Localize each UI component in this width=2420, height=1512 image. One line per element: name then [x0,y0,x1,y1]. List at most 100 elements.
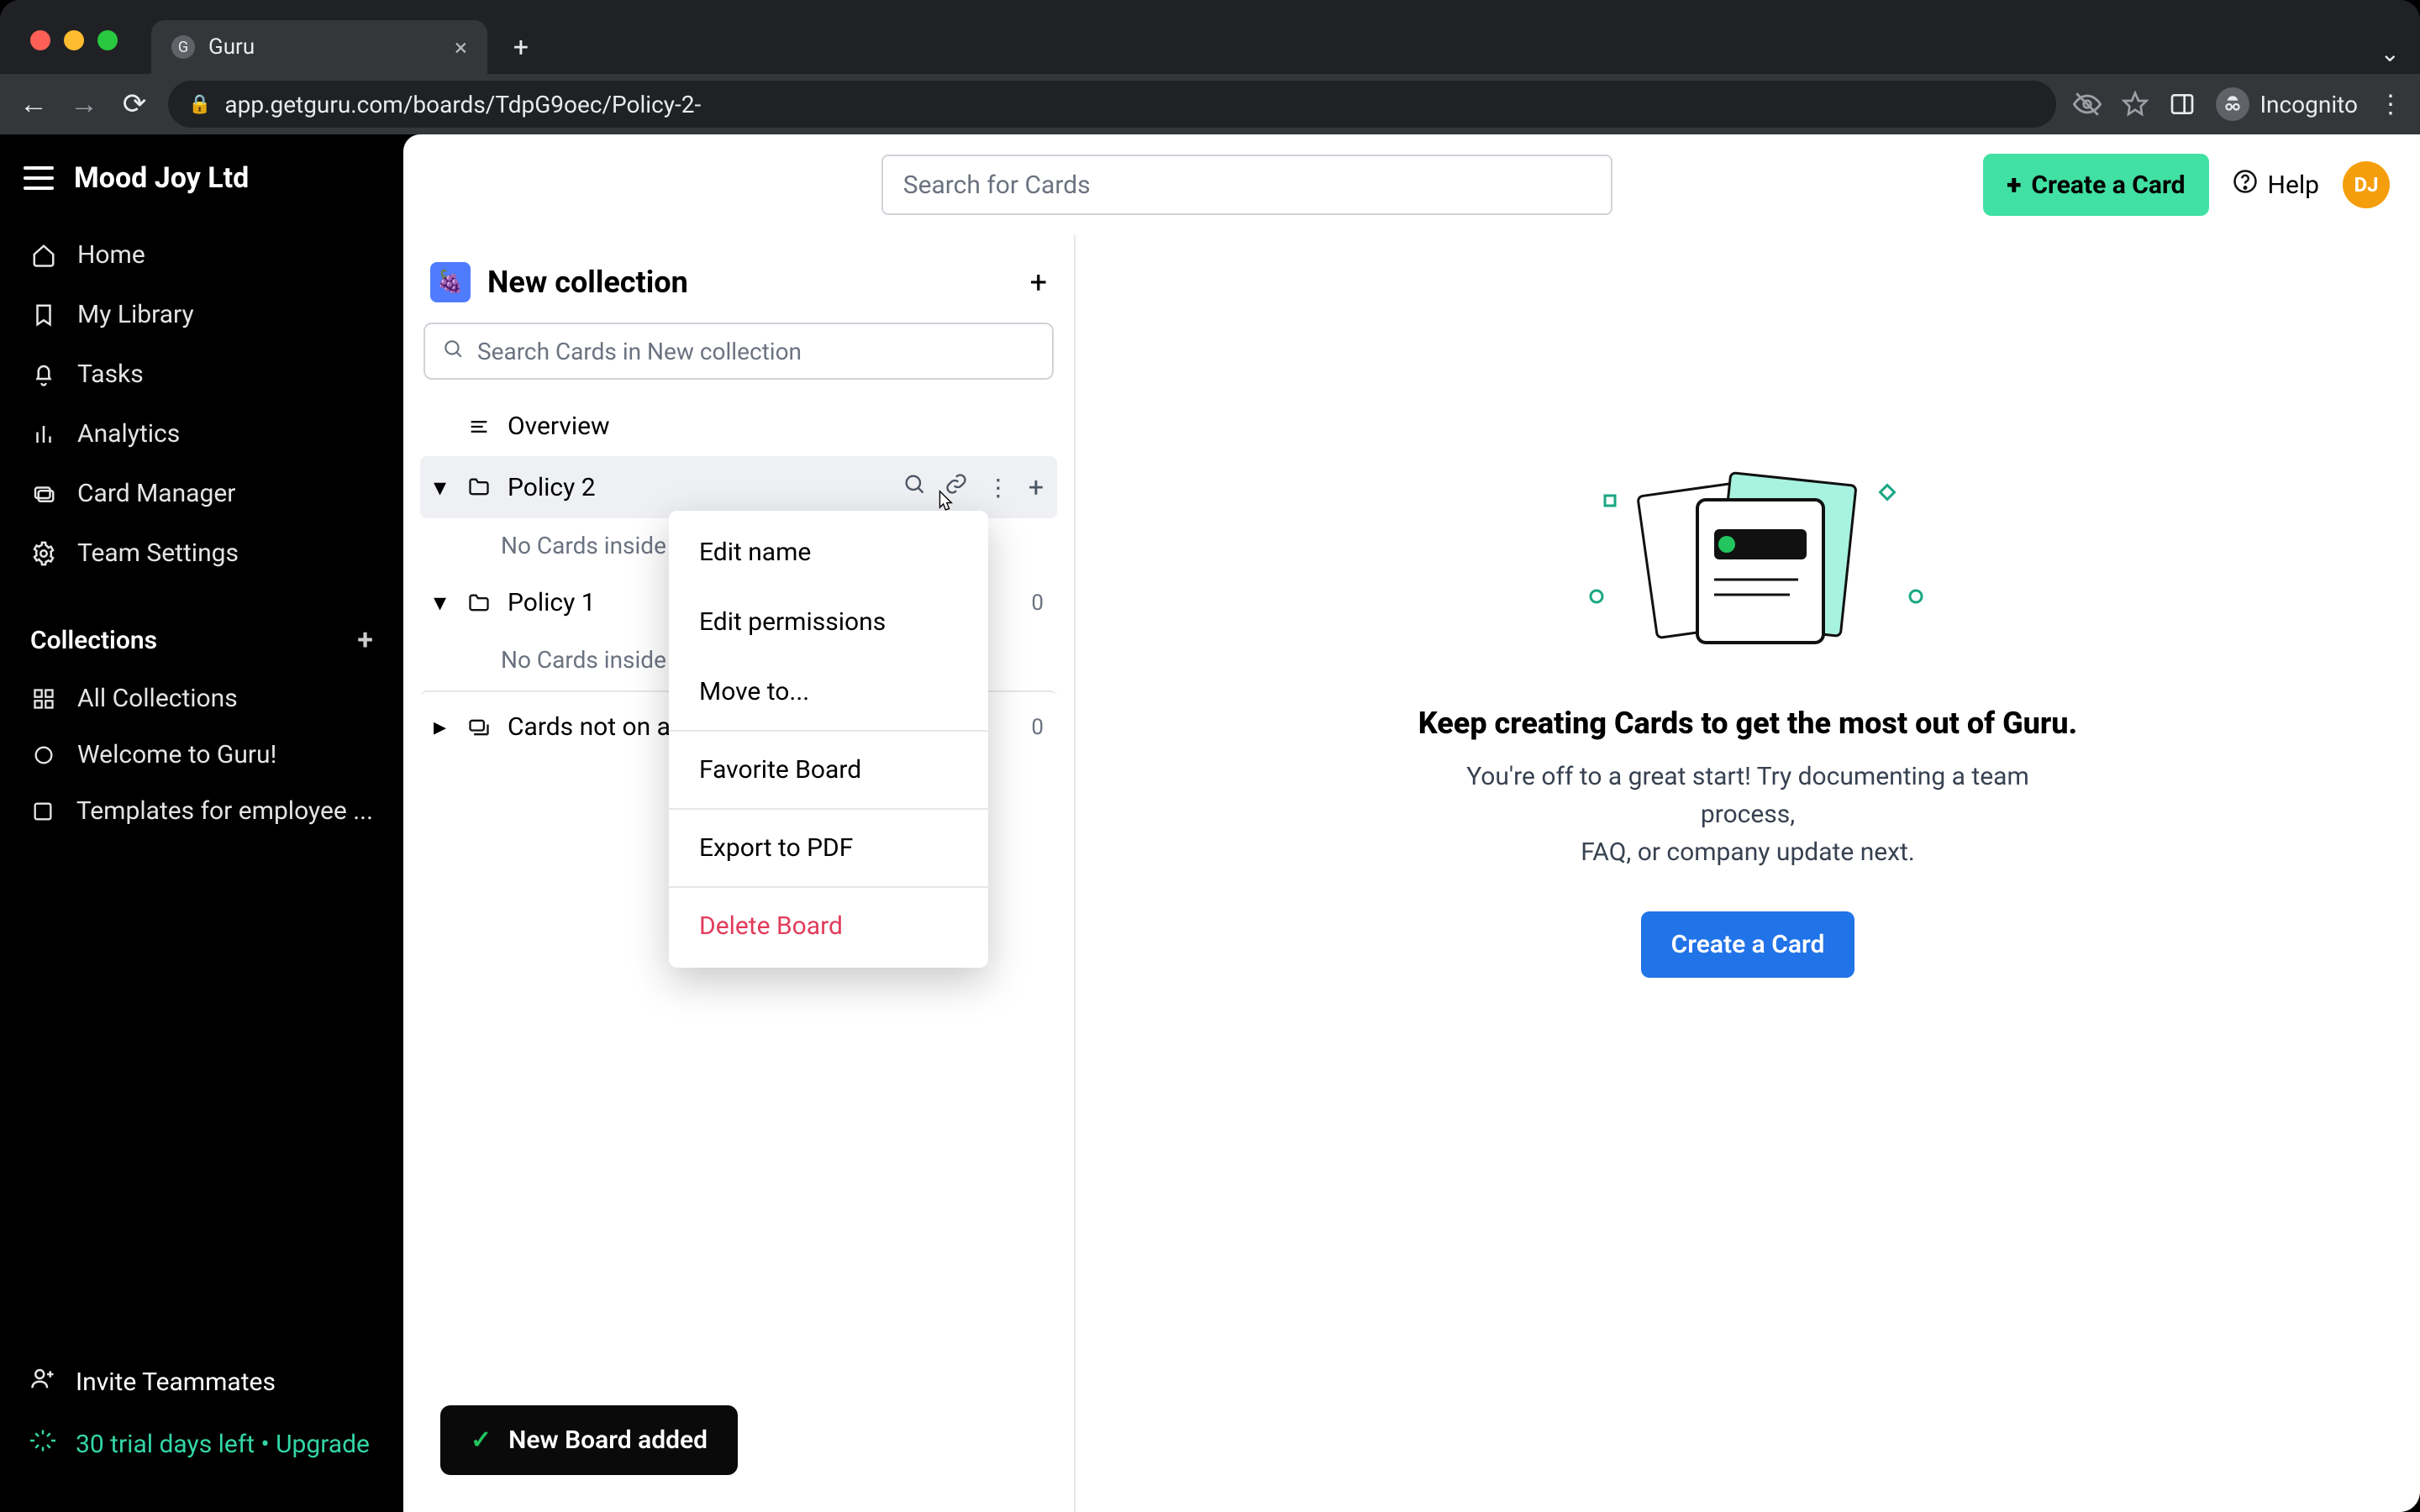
menu-edit-perms[interactable]: Edit permissions [669,587,988,657]
help-button[interactable]: Help [2233,169,2319,201]
caret-down-icon[interactable]: ▾ [434,588,450,617]
empty-state: Keep creating Cards to get the most out … [1076,235,2420,1512]
sidebar-item-label: My Library [77,300,194,329]
sidebar-item-team-settings[interactable]: Team Settings [13,523,390,583]
collection-search-placeholder: Search Cards in New collection [477,338,802,365]
overview-row[interactable]: Overview [420,396,1057,456]
sidebar-item-card-manager[interactable]: Card Manager [13,464,390,523]
sidebar-header: Mood Joy Ltd [0,151,403,218]
sidebar-item-label: Invite Teammates [76,1368,276,1397]
tab-close-button[interactable]: × [455,34,467,61]
caret-right-icon[interactable]: ▸ [434,712,450,742]
eye-off-icon[interactable] [2073,90,2102,118]
toast-text: New Board added [508,1425,708,1455]
search-icon[interactable] [902,472,926,502]
sidebar-item-label: Templates for employee ... [76,796,373,826]
sidebar-nav: Home My Library Tasks Analytics Card Man… [0,218,403,590]
browser-tab-active[interactable]: G Guru × [151,20,487,74]
caret-down-icon[interactable]: ▾ [434,473,450,502]
menu-favorite[interactable]: Favorite Board [669,735,988,805]
search-icon [442,338,464,365]
avatar[interactable]: DJ [2343,161,2390,208]
org-name[interactable]: Mood Joy Ltd [74,161,249,195]
board-name: Policy 1 [508,588,596,617]
collection-title[interactable]: New collection [487,265,688,300]
board-context-menu: Edit name Edit permissions Move to... Fa… [669,511,988,968]
sidebar-item-all-collections[interactable]: All Collections [13,670,390,727]
mac-close-button[interactable] [30,30,50,50]
incognito-icon [2216,87,2249,121]
hamburger-icon[interactable] [24,166,54,190]
home-icon [30,243,57,268]
menu-move-to[interactable]: Move to... [669,657,988,727]
board-count: 0 [1031,591,1044,616]
bell-icon [30,362,57,387]
collection-search-input[interactable]: Search Cards in New collection [424,323,1054,380]
nav-forward-button[interactable]: → [67,87,101,121]
chart-icon [30,422,57,447]
sidebar-item-tasks[interactable]: Tasks [13,344,390,404]
address-bar[interactable]: 🔒 app.getguru.com/boards/TdpG9oec/Policy… [168,81,2056,128]
add-collection-button[interactable]: + [357,623,373,657]
incognito-indicator[interactable]: Incognito [2216,87,2358,121]
browser-tabstrip: G Guru × + ⌄ [0,0,2420,74]
sidebar-item-home[interactable]: Home [13,225,390,285]
new-tab-button[interactable]: + [501,27,541,67]
tab-favicon: G [171,35,195,59]
star-icon[interactable] [2122,91,2149,118]
sidebar-item-label: All Collections [77,684,238,713]
cursor-pointer-icon [933,489,956,516]
nav-back-button[interactable]: ← [17,87,50,121]
menu-separator [669,886,988,888]
mac-window-controls [30,30,118,50]
plus-icon: + [2007,169,2021,201]
collection-add-button[interactable]: + [1030,265,1047,300]
menu-edit-name[interactable]: Edit name [669,517,988,587]
collection-icon: 🍇 [430,262,471,302]
kebab-icon[interactable]: ⋮ [986,474,1010,501]
empty-title: Keep creating Cards to get the most out … [1418,706,2077,741]
sidebar-item-label: Team Settings [77,538,239,568]
collection-panel: 🍇 New collection + Search Cards in New c… [403,235,1076,1512]
user-plus-icon [30,1366,55,1398]
kebab-icon[interactable]: ⋮ [2378,90,2403,119]
overview-icon [466,415,492,438]
sidebar-item-library[interactable]: My Library [13,285,390,344]
collections-title: Collections [30,626,157,655]
empty-create-card-button[interactable]: Create a Card [1641,911,1855,978]
board-row-policy-2[interactable]: ▾ Policy 2 ⋮ + [420,456,1057,518]
sidebar-item-templates[interactable]: Templates for employee ... [13,783,390,839]
menu-delete-board[interactable]: Delete Board [669,891,988,961]
collections-list: All Collections Welcome to Guru! Templat… [0,670,403,839]
panel-icon[interactable] [2169,91,2196,118]
sparkle-icon [30,1428,55,1460]
empty-body-line2: FAQ, or company update next. [1581,837,1915,867]
sidebar-item-label: Home [77,240,145,270]
topbar: Search for Cards + Create a Card Help DJ [403,134,2420,235]
sidebar-item-label: Analytics [77,419,180,449]
sidebar-footer: Invite Teammates 30 trial days left • Up… [0,1351,403,1495]
add-icon[interactable]: + [1028,471,1044,503]
invite-teammates-button[interactable]: Invite Teammates [13,1351,390,1413]
trial-upgrade-link[interactable]: 30 trial days left • Upgrade [13,1413,390,1475]
mac-zoom-button[interactable] [97,30,118,50]
sidebar-item-analytics[interactable]: Analytics [13,404,390,464]
folder-icon [466,475,492,499]
incognito-label: Incognito [2260,91,2358,118]
lock-icon: 🔒 [188,94,211,115]
nav-reload-button[interactable]: ⟳ [118,87,151,121]
content-row: 🍇 New collection + Search Cards in New c… [403,235,2420,1512]
grid-icon [30,687,57,711]
sidebar-item-welcome[interactable]: Welcome to Guru! [13,727,390,783]
empty-body: You're off to a great start! Try documen… [1420,758,2075,871]
empty-body-line1: You're off to a great start! Try documen… [1466,762,2029,829]
menu-export-pdf[interactable]: Export to PDF [669,813,988,883]
mac-minimize-button[interactable] [64,30,84,50]
template-icon [30,800,56,823]
help-label: Help [2268,171,2319,200]
sidebar-item-label: Tasks [77,360,144,389]
create-card-button[interactable]: + Create a Card [1983,154,2208,216]
folder-icon [466,591,492,615]
tabstrip-expand-icon[interactable]: ⌄ [2360,39,2420,74]
global-search-input[interactable]: Search for Cards [881,155,1612,215]
